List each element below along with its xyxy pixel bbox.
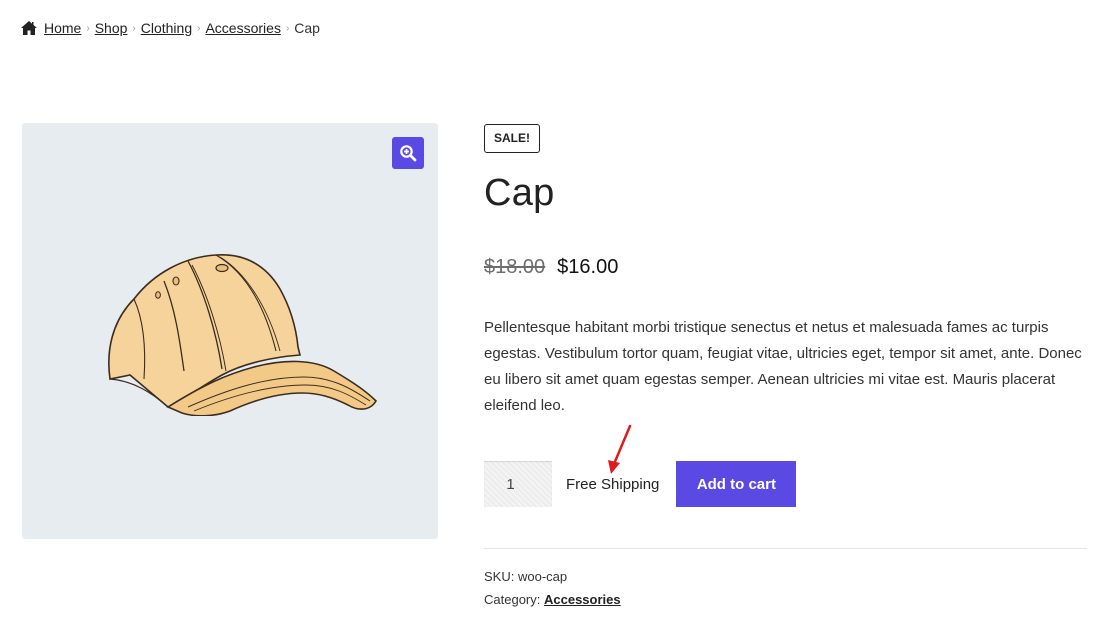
breadcrumb-separator: › — [285, 22, 290, 34]
zoom-button[interactable] — [392, 137, 424, 169]
sku-label: SKU: — [484, 569, 515, 584]
sale-price: $16.00 — [557, 256, 619, 278]
add-to-cart-form: Free Shipping Add to cart — [484, 461, 797, 507]
divider — [484, 548, 1087, 549]
product-gallery[interactable] — [22, 123, 438, 539]
category-label: Category: — [484, 592, 541, 607]
product-description: Pellentesque habitant morbi tristique se… — [484, 319, 1082, 414]
breadcrumb-separator: › — [197, 22, 201, 34]
breadcrumb-accessories-link[interactable]: Accessories — [205, 20, 280, 36]
breadcrumb: Home › Shop › Clothing › Accessories › C… — [21, 20, 320, 36]
sku-value: woo-cap — [517, 569, 568, 584]
free-shipping-label: Free Shipping — [566, 475, 660, 493]
product-title: Cap — [484, 172, 555, 214]
breadcrumb-current: Cap — [294, 20, 320, 36]
breadcrumb-separator: › — [86, 22, 90, 34]
product-summary: SALE! Cap $18.00 $16.00 Pellentesque hab… — [484, 124, 1087, 419]
breadcrumb-home-link[interactable]: Home — [44, 20, 81, 36]
regular-price: $18.00 — [484, 256, 546, 278]
home-icon[interactable] — [21, 21, 37, 35]
category-row: Category: Accessories — [484, 588, 621, 611]
cap-image[interactable] — [104, 251, 384, 416]
quantity-input[interactable] — [484, 461, 552, 507]
breadcrumb-clothing-link[interactable]: Clothing — [141, 20, 192, 36]
product-price: $18.00 $16.00 — [484, 255, 1087, 279]
product-meta: SKU: woo-cap Category: Accessories — [484, 565, 621, 611]
sku-row: SKU: woo-cap — [484, 565, 621, 588]
breadcrumb-separator: › — [132, 22, 136, 34]
magnify-plus-icon — [400, 145, 417, 162]
breadcrumb-shop-link[interactable]: Shop — [95, 20, 128, 36]
category-link[interactable]: Accessories — [544, 592, 621, 607]
sale-badge: SALE! — [484, 124, 540, 153]
add-to-cart-button[interactable]: Add to cart — [676, 461, 797, 507]
